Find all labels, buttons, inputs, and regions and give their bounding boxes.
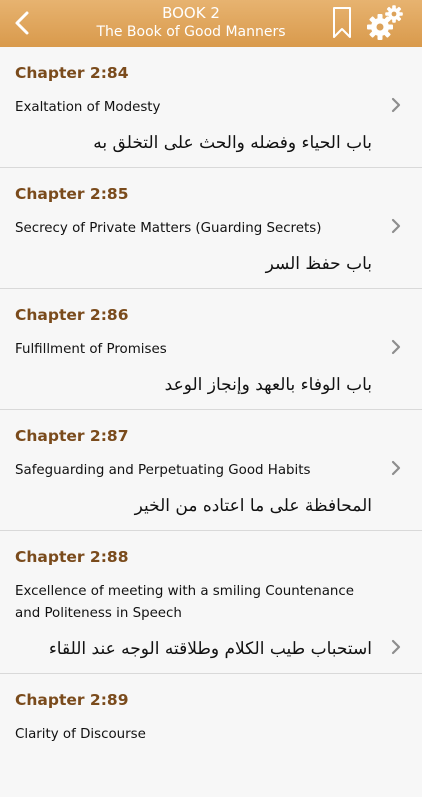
chapter-arabic-title: باب الحياء وفضله والحث على التخلق به [93,133,372,153]
book-title: The Book of Good Manners [96,24,286,40]
chevron-right-icon [391,639,401,655]
chapter-english-title: Clarity of Discourse [15,727,146,742]
chapter-arabic-title: المحافظة على ما اعتاده من الخير [134,496,372,516]
chapter-number: Chapter 2:84 [15,64,129,82]
chevron-right-icon [391,218,401,234]
chapter-number: Chapter 2:89 [15,691,129,709]
bookmark-icon [333,7,351,38]
chapter-row[interactable]: Chapter 2:86 Fulfillment of Promises باب… [0,289,422,410]
chapter-row[interactable]: Chapter 2:88 Excellence of meeting with … [0,531,422,674]
chapter-arabic-title: باب الوفاء بالعهد وإنجاز الوعد [164,375,372,395]
gears-icon [367,5,403,40]
chapter-arabic-title: استحباب طيب الكلام وطلاقته الوجه عند الل… [48,639,372,659]
settings-button[interactable] [366,4,404,42]
back-button[interactable] [10,8,34,38]
chapter-english-title: Safeguarding and Perpetuating Good Habit… [15,463,311,478]
chapter-number: Chapter 2:85 [15,185,129,203]
chapter-number: Chapter 2:87 [15,427,129,445]
book-label: BOOK 2 [162,4,220,22]
chevron-right-icon [391,339,401,355]
chapter-row[interactable]: Chapter 2:85 Secrecy of Private Matters … [0,168,422,289]
chevron-right-icon [391,97,401,113]
chapter-english-title: Secrecy of Private Matters (Guarding Sec… [15,221,322,236]
chapter-number: Chapter 2:86 [15,306,129,324]
chapter-row[interactable]: Chapter 2:84 Exaltation of Modesty باب ا… [0,47,422,168]
chapter-number: Chapter 2:88 [15,548,129,566]
chapter-english-title: Excellence of meeting with a smiling Cou… [15,584,355,621]
chapter-row[interactable]: Chapter 2:89 Clarity of Discourse [0,674,422,797]
chevron-left-icon [15,11,29,35]
chapter-row[interactable]: Chapter 2:87 Safeguarding and Perpetuati… [0,410,422,531]
chevron-right-icon [391,460,401,476]
navigation-bar: BOOK 2 The Book of Good Manners [0,0,422,47]
chapter-arabic-title: باب حفظ السر [265,254,372,274]
chapter-english-title: Exaltation of Modesty [15,100,161,115]
bookmark-button[interactable] [331,6,353,40]
page-title: BOOK 2 The Book of Good Manners [60,5,322,41]
chapter-english-title: Fulfillment of Promises [15,342,167,357]
